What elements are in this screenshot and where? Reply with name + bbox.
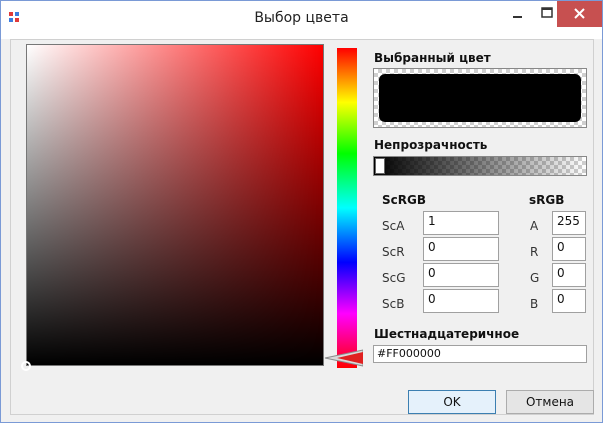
close-icon [574,8,585,19]
close-button[interactable] [557,1,602,27]
selected-color-preview [373,68,587,128]
scr-input[interactable]: 0 [423,237,499,261]
color-selector-thumb[interactable] [21,361,31,371]
red-label: R [530,245,539,259]
opacity-label: Непрозрачность [374,138,488,152]
sca-input[interactable]: 1 [423,211,499,235]
hue-slider[interactable] [337,48,357,368]
green-label: G [530,271,540,285]
title-bar[interactable]: Выбор цвета [1,1,602,39]
srgb-heading: sRGB [529,193,565,207]
blue-label: B [530,297,539,311]
alpha-input[interactable]: 255 [552,211,586,235]
hue-pointer-icon[interactable] [323,349,363,367]
opacity-slider-thumb[interactable] [375,158,385,174]
green-input[interactable]: 0 [552,263,586,287]
red-input[interactable]: 0 [552,237,586,261]
ok-button[interactable]: OK [408,390,496,414]
alpha-label: A [530,219,539,233]
color-picker-window: Выбор цвета Выбранный цвет Непрозрачност… [0,0,603,423]
scr-label: ScR [382,245,405,259]
scrgb-heading: ScRGB [382,193,426,207]
hex-input[interactable]: #FF000000 [373,345,587,363]
sca-label: ScA [382,219,405,233]
scb-input[interactable]: 0 [423,289,499,313]
minimize-icon [513,16,522,18]
scg-label: ScG [382,271,406,285]
saturation-value-area[interactable] [21,44,324,371]
selected-color-label: Выбранный цвет [374,51,491,65]
opacity-slider[interactable] [373,156,587,176]
scb-label: ScB [382,297,405,311]
minimize-button[interactable] [502,1,532,27]
scg-input[interactable]: 0 [423,263,499,287]
cancel-button[interactable]: Отмена [506,390,594,414]
blue-input[interactable]: 0 [552,289,586,313]
selected-color-swatch [379,74,581,122]
opacity-gradient [374,157,586,175]
